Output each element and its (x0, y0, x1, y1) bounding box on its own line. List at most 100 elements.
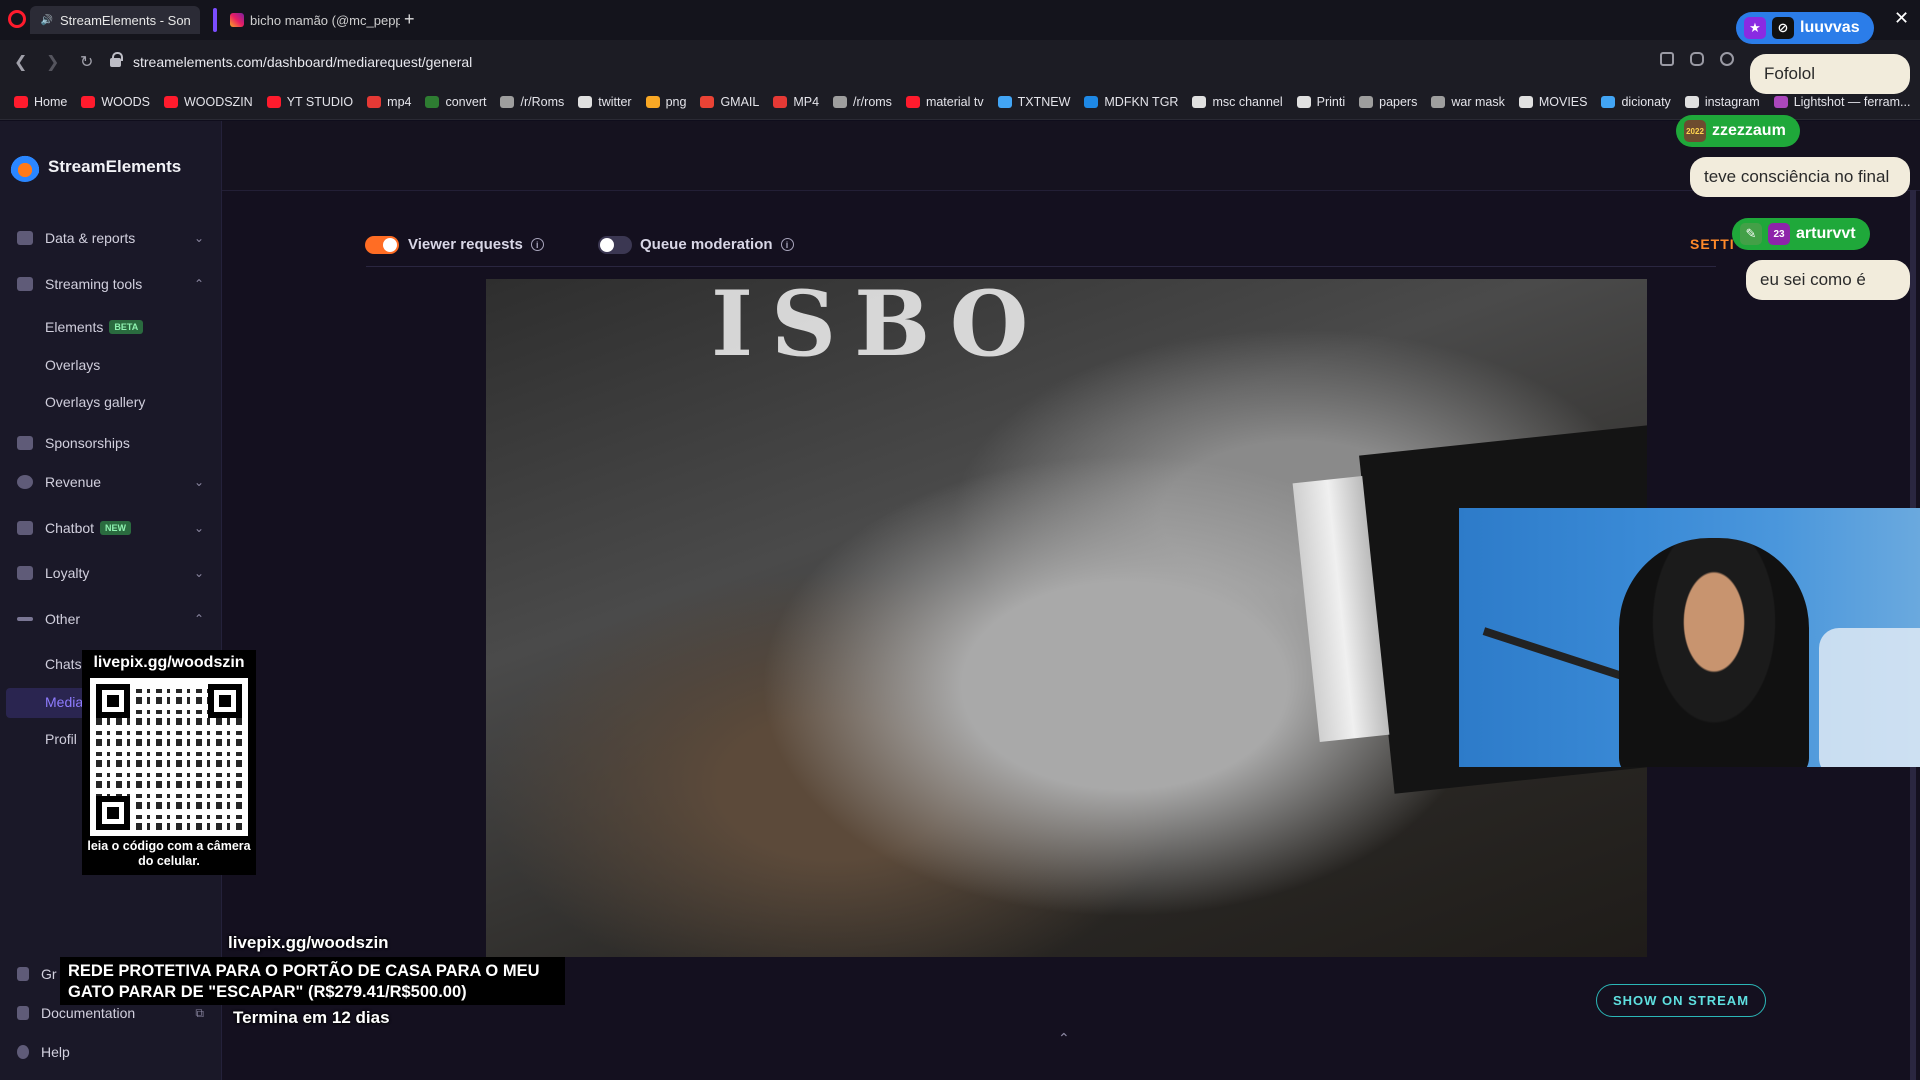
bookmark-label: Printi (1316, 94, 1346, 109)
bookmark-label: msc channel (1212, 94, 1283, 109)
bookmark-icon (1084, 95, 1099, 108)
chat-username: zzezzaum (1712, 122, 1786, 139)
goal-ends: Termina em 12 dias (233, 1008, 390, 1027)
reload-icon[interactable]: ↻ (80, 52, 93, 72)
bookmark-1[interactable]: WOODS (81, 95, 150, 109)
settings-link[interactable]: SETTI (1690, 236, 1735, 252)
divider (366, 266, 1716, 267)
bookmark-icon (645, 95, 660, 108)
bookmark-9[interactable]: GMAIL (700, 95, 759, 109)
bookmark-6[interactable]: /r/Roms (500, 95, 564, 109)
window-close-icon[interactable]: ✕ (1894, 8, 1909, 29)
shield-icon[interactable] (1720, 52, 1734, 66)
nav-label: Streaming tools (45, 276, 143, 292)
external-link-icon: ⧉ (195, 1005, 204, 1020)
nav-chats[interactable]: Chats (45, 656, 82, 672)
browser-tab-instagram[interactable]: bicho mamão (@mc_pepp (220, 6, 400, 34)
bookmark-icon (163, 95, 178, 108)
edit-icon[interactable] (1660, 52, 1674, 66)
bookmark-5[interactable]: convert (425, 95, 486, 109)
bookmark-19[interactable]: MOVIES (1518, 95, 1587, 109)
brand-name: StreamElements (48, 157, 182, 176)
bookmark-13[interactable]: TXTNEW (997, 94, 1071, 109)
bookmark-17[interactable]: papers (1359, 95, 1417, 109)
url-field[interactable]: streamelements.com/dashboard/mediareques… (110, 48, 1630, 76)
bookmark-7[interactable]: twitter (578, 95, 632, 109)
queue-moderation-toggle[interactable] (598, 236, 632, 254)
chat-username: luuvvas (1800, 19, 1860, 36)
bookmark-4[interactable]: mp4 (367, 95, 411, 109)
nav-help[interactable]: Help (0, 1042, 222, 1062)
bookmark-16[interactable]: Printi (1296, 94, 1346, 109)
viewer-requests-toggle[interactable] (365, 236, 399, 254)
tools-icon (17, 277, 33, 291)
nav-documentation[interactable]: Documentation ⧉ (0, 1003, 222, 1023)
nav-sponsorships[interactable]: Sponsorships (0, 433, 222, 453)
forward-icon[interactable]: ❯ (46, 52, 59, 72)
bookmark-label: GMAIL (720, 94, 760, 109)
brand[interactable]: StreamElements (10, 152, 181, 182)
bookmark-label: TXTNEW (1017, 94, 1071, 109)
bookmark-14[interactable]: MDFKN TGR (1084, 95, 1178, 109)
nav-label: Chatbot (45, 520, 95, 536)
bookmark-22[interactable]: Lightshot — ferram... (1773, 95, 1910, 109)
bookmark-20[interactable]: dicionaty (1601, 94, 1671, 109)
nav-overlays-gallery[interactable]: Overlays gallery (45, 394, 145, 410)
bot-icon (17, 521, 33, 535)
camera-icon[interactable] (1690, 52, 1704, 66)
star-badge-icon: ★ (1744, 17, 1766, 39)
nav-data-reports[interactable]: Data & reports ⌄ (0, 228, 222, 248)
bookmark-8[interactable]: png (645, 95, 686, 109)
bookmark-icon (1601, 95, 1616, 108)
chat-message: teve consciência no final (1690, 157, 1910, 197)
chevron-up-icon[interactable]: ⌃ (1058, 1030, 1070, 1047)
pencil-badge-icon: ✎ (1740, 223, 1762, 245)
bookmark-label: mp4 (387, 94, 412, 109)
bookmark-label: war mask (1451, 94, 1505, 109)
nav-overlays[interactable]: Overlays (45, 357, 100, 373)
bookmark-label: dicionaty (1621, 94, 1671, 109)
nav-label: Gr (41, 966, 57, 982)
lock-icon[interactable] (110, 51, 123, 67)
browser-tab-streamelements[interactable]: 🔊 StreamElements - Son (30, 6, 200, 34)
chart-icon (17, 231, 33, 245)
info-icon[interactable]: i (530, 238, 544, 251)
info-icon[interactable]: i (780, 238, 794, 251)
speaker-icon[interactable]: 🔊 (40, 13, 54, 27)
bookmark-18[interactable]: war mask (1431, 94, 1505, 109)
nav-media[interactable]: Media (45, 694, 83, 710)
opera-logo-icon[interactable] (8, 10, 26, 28)
year-badge-icon: 2022 (1684, 120, 1706, 142)
bookmark-11[interactable]: /r/roms (833, 95, 892, 109)
nav-label: Sponsorships (45, 435, 130, 451)
nav-elements[interactable]: Elements BETA (45, 319, 144, 335)
bookmark-label: MDFKN TGR (1104, 94, 1179, 109)
bookmark-10[interactable]: MP4 (773, 95, 819, 109)
nav-other[interactable]: Other ⌃ (0, 609, 222, 629)
qr-finder (96, 684, 130, 718)
beta-badge: BETA (109, 320, 144, 334)
nav-loyalty[interactable]: Loyalty ⌄ (0, 563, 222, 583)
nav-label: Data & reports (45, 230, 136, 246)
bookmark-3[interactable]: YT STUDIO (266, 95, 353, 109)
nav-chatbot[interactable]: Chatbot NEW ⌄ (0, 518, 222, 538)
bookmark-label: MP4 (793, 94, 820, 109)
back-icon[interactable]: ❮ (14, 52, 27, 72)
bookmark-12[interactable]: material tv (905, 95, 984, 109)
chat-message: Fofolol (1750, 54, 1910, 94)
bookmark-icon (266, 95, 281, 108)
sidebar (0, 121, 222, 1080)
bookmark-0[interactable]: Home (14, 95, 67, 109)
new-tab-button[interactable]: + (404, 9, 415, 30)
nav-label: Elements (45, 319, 104, 335)
bookmark-2[interactable]: WOODSZIN (163, 95, 253, 109)
show-on-stream-button[interactable]: SHOW ON STREAM (1596, 984, 1766, 1017)
nav-streaming-tools[interactable]: Streaming tools ⌃ (0, 274, 222, 294)
bookmark-icon (905, 95, 920, 108)
nav-profile[interactable]: Profil (45, 731, 77, 747)
bookmark-21[interactable]: instagram (1684, 95, 1760, 109)
qr-caption: leia o código com a câmera do celular. (87, 839, 251, 868)
nav-revenue[interactable]: Revenue ⌄ (0, 472, 222, 492)
bookmark-icon (367, 95, 382, 108)
bookmark-15[interactable]: msc channel (1192, 94, 1283, 109)
